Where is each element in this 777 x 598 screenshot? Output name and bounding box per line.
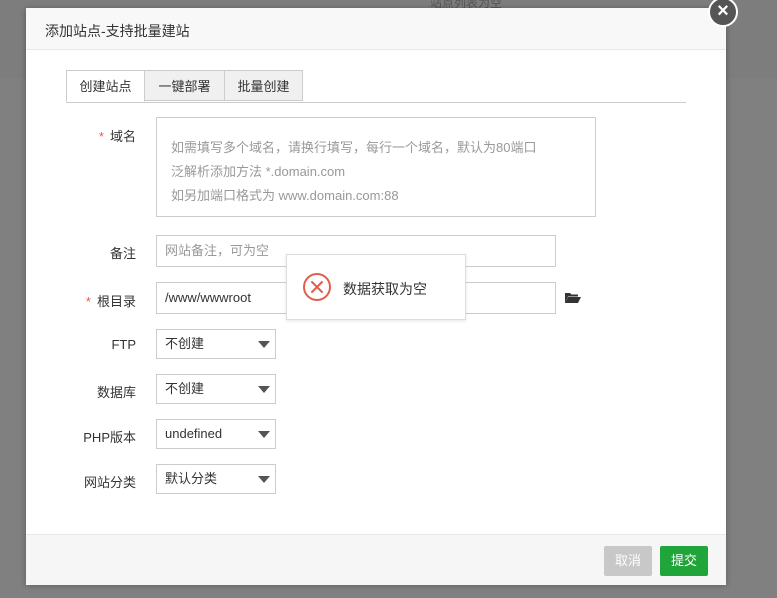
category-select[interactable]: 默认分类 (156, 464, 276, 494)
chevron-down-icon (258, 341, 270, 348)
tab-one-click-deploy[interactable]: 一键部署 (144, 70, 225, 101)
root-dir-label: * 根目录 (85, 294, 136, 309)
required-mark: * (98, 129, 104, 144)
cancel-button[interactable]: 取消 (604, 546, 652, 576)
toast-message: 数据获取为空 (343, 281, 427, 297)
ftp-label: FTP (111, 337, 136, 352)
dialog-footer: 取消 提交 (26, 534, 726, 585)
database-select[interactable]: 不创建 (156, 374, 276, 404)
category-label: 网站分类 (83, 475, 136, 490)
chevron-down-icon (258, 386, 270, 393)
chevron-down-icon (258, 476, 270, 483)
dialog-title: 添加站点-支持批量建站 (45, 23, 190, 39)
required-mark: * (85, 294, 91, 309)
php-version-select[interactable]: undefined (156, 419, 276, 449)
database-select-value: 不创建 (165, 381, 205, 396)
submit-button[interactable]: 提交 (660, 546, 708, 576)
php-version-select-value: undefined (165, 426, 223, 441)
tab-create-site[interactable]: 创建站点 (66, 70, 145, 102)
domain-placeholder-line: 如需填写多个域名，请换行填写，每行一个域名，默认为80端口 (171, 140, 537, 155)
ftp-select[interactable]: 不创建 (156, 329, 276, 359)
category-select-value: 默认分类 (165, 471, 218, 486)
php-version-label: PHP版本 (83, 430, 136, 445)
ftp-select-value: 不创建 (165, 336, 205, 351)
remark-label: 备注 (109, 246, 136, 261)
tab-bar: 创建站点 一键部署 批量创建 (66, 70, 686, 103)
add-site-dialog: 添加站点-支持批量建站 创建站点 一键部署 批量创建 * 域名 如需填写多个域名，… (26, 8, 726, 585)
domain-placeholder-line: 如另加端口格式为 www.domain.com:88 (171, 188, 399, 203)
dialog-header: 添加站点-支持批量建站 (26, 8, 726, 50)
database-label: 数据库 (96, 385, 136, 400)
tab-batch-create[interactable]: 批量创建 (224, 70, 303, 101)
domain-label: * 域名 (98, 129, 136, 144)
error-circle-icon (302, 272, 332, 307)
chevron-down-icon (258, 431, 270, 438)
domain-textarea[interactable]: 如需填写多个域名，请换行填写，每行一个域名，默认为80端口 泛解析添加方法 *.… (156, 117, 596, 217)
error-toast: 数据获取为空 (286, 254, 466, 320)
folder-open-icon[interactable] (565, 291, 581, 309)
domain-placeholder-line: 泛解析添加方法 *.domain.com (171, 164, 346, 179)
